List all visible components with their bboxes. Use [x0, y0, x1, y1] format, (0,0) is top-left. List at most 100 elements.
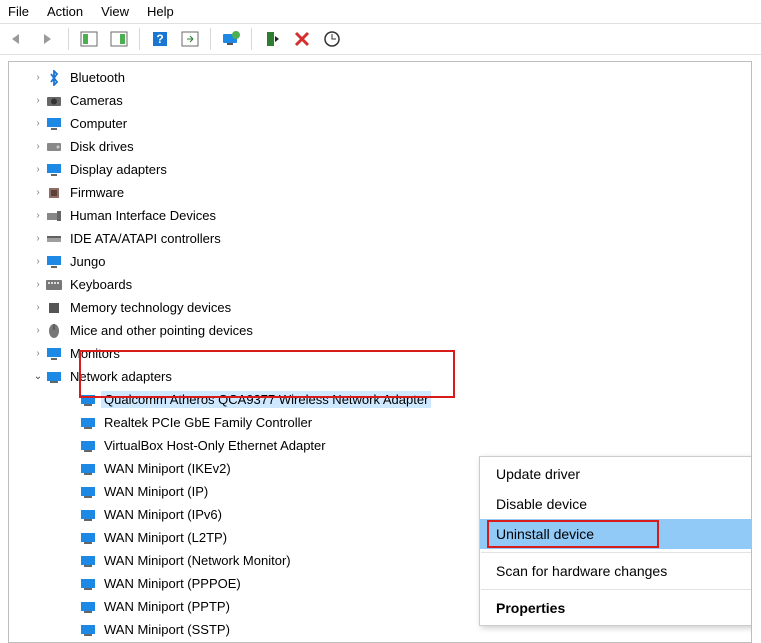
context-disable-device[interactable]: Disable device	[480, 489, 752, 519]
tree-label: Cameras	[67, 92, 126, 109]
uninstall-device-button[interactable]	[290, 28, 314, 50]
action-button[interactable]	[178, 28, 202, 50]
properties-button[interactable]	[107, 28, 131, 50]
tree-label: WAN Miniport (IPv6)	[101, 506, 225, 523]
tree-node-keyboards[interactable]: › Keyboards	[9, 273, 751, 296]
tree-label: Mice and other pointing devices	[67, 322, 256, 339]
context-menu: Update driver Disable device Uninstall d…	[479, 456, 752, 626]
tree-label: Keyboards	[67, 276, 135, 293]
collapse-icon[interactable]: ⌄	[31, 371, 45, 382]
device-tree[interactable]: › Bluetooth › Cameras › Computer › Disk …	[8, 61, 752, 643]
expand-icon[interactable]: ›	[31, 325, 45, 336]
expand-icon[interactable]: ›	[31, 233, 45, 244]
tree-label: Memory technology devices	[67, 299, 234, 316]
tree-node-hid[interactable]: › Human Interface Devices	[9, 204, 751, 227]
tree-label: WAN Miniport (IP)	[101, 483, 211, 500]
network-adapter-icon	[79, 484, 97, 500]
display-icon	[45, 162, 63, 178]
enable-device-button[interactable]	[260, 28, 284, 50]
expand-icon[interactable]: ›	[31, 72, 45, 83]
network-adapter-icon	[79, 530, 97, 546]
firmware-icon	[45, 185, 63, 201]
context-properties[interactable]: Properties	[480, 593, 752, 623]
tree-label: Qualcomm Atheros QCA9377 Wireless Networ…	[101, 391, 431, 408]
expand-icon[interactable]: ›	[31, 256, 45, 267]
menu-bar: File Action View Help	[0, 0, 761, 24]
tree-node-realtek[interactable]: Realtek PCIe GbE Family Controller	[9, 411, 751, 434]
toolbar-separator	[210, 28, 211, 50]
toolbar: ?	[0, 24, 761, 55]
expand-icon[interactable]: ›	[31, 348, 45, 359]
expand-icon[interactable]: ›	[31, 95, 45, 106]
back-button[interactable]	[6, 28, 30, 50]
network-adapter-icon	[79, 415, 97, 431]
expand-icon[interactable]: ›	[31, 164, 45, 175]
update-driver-button[interactable]	[219, 28, 243, 50]
menu-help[interactable]: Help	[147, 4, 174, 19]
computer-icon	[45, 116, 63, 132]
tree-node-qualcomm-atheros[interactable]: Qualcomm Atheros QCA9377 Wireless Networ…	[9, 388, 751, 411]
jungo-icon	[45, 254, 63, 270]
tree-label: Human Interface Devices	[67, 207, 219, 224]
toolbar-separator	[139, 28, 140, 50]
tree-node-jungo[interactable]: › Jungo	[9, 250, 751, 273]
help-button[interactable]: ?	[148, 28, 172, 50]
tree-label: Display adapters	[67, 161, 170, 178]
menu-action[interactable]: Action	[47, 4, 83, 19]
tree-label: Firmware	[67, 184, 127, 201]
network-adapter-icon	[79, 438, 97, 454]
expand-icon[interactable]: ›	[31, 118, 45, 129]
tree-node-memory-tech[interactable]: › Memory technology devices	[9, 296, 751, 319]
toolbar-separator	[251, 28, 252, 50]
show-hide-tree-button[interactable]	[77, 28, 101, 50]
expand-icon[interactable]: ›	[31, 210, 45, 221]
tree-label: WAN Miniport (L2TP)	[101, 529, 230, 546]
network-adapter-icon	[79, 553, 97, 569]
mouse-icon	[45, 323, 63, 339]
camera-icon	[45, 93, 63, 109]
tree-node-bluetooth[interactable]: › Bluetooth	[9, 66, 751, 89]
tree-node-network-adapters[interactable]: ⌄ Network adapters	[9, 365, 751, 388]
forward-button[interactable]	[36, 28, 60, 50]
context-scan-hardware[interactable]: Scan for hardware changes	[480, 556, 752, 586]
tree-node-monitors[interactable]: › Monitors	[9, 342, 751, 365]
hid-icon	[45, 208, 63, 224]
tree-node-ide[interactable]: › IDE ATA/ATAPI controllers	[9, 227, 751, 250]
monitor-icon	[45, 346, 63, 362]
tree-node-firmware[interactable]: › Firmware	[9, 181, 751, 204]
tree-label: Network adapters	[67, 368, 175, 385]
memory-icon	[45, 300, 63, 316]
network-adapter-icon	[79, 392, 97, 408]
bluetooth-icon	[45, 70, 63, 86]
expand-icon[interactable]: ›	[31, 141, 45, 152]
tree-label: Disk drives	[67, 138, 137, 155]
tree-node-mice[interactable]: › Mice and other pointing devices	[9, 319, 751, 342]
tree-label: WAN Miniport (Network Monitor)	[101, 552, 294, 569]
toolbar-separator	[68, 28, 69, 50]
context-update-driver[interactable]: Update driver	[480, 459, 752, 489]
network-adapter-icon	[79, 461, 97, 477]
tree-label: Realtek PCIe GbE Family Controller	[101, 414, 315, 431]
menu-file[interactable]: File	[8, 4, 29, 19]
tree-label: Monitors	[67, 345, 123, 362]
tree-node-virtualbox-adapter[interactable]: VirtualBox Host-Only Ethernet Adapter	[9, 434, 751, 457]
svg-text:?: ?	[156, 32, 163, 46]
expand-icon[interactable]: ›	[31, 187, 45, 198]
expand-icon[interactable]: ›	[31, 302, 45, 313]
context-separator	[481, 589, 752, 590]
tree-node-disk-drives[interactable]: › Disk drives	[9, 135, 751, 158]
expand-icon[interactable]: ›	[31, 279, 45, 290]
tree-label: WAN Miniport (SSTP)	[101, 621, 233, 638]
network-adapter-icon	[79, 622, 97, 638]
scan-hardware-button[interactable]	[320, 28, 344, 50]
tree-node-display-adapters[interactable]: › Display adapters	[9, 158, 751, 181]
tree-label: Computer	[67, 115, 130, 132]
tree-node-computer[interactable]: › Computer	[9, 112, 751, 135]
disk-icon	[45, 139, 63, 155]
network-adapter-icon	[79, 599, 97, 615]
tree-node-cameras[interactable]: › Cameras	[9, 89, 751, 112]
context-uninstall-device[interactable]: Uninstall device	[480, 519, 752, 549]
network-adapter-icon	[79, 576, 97, 592]
tree-label: VirtualBox Host-Only Ethernet Adapter	[101, 437, 329, 454]
menu-view[interactable]: View	[101, 4, 129, 19]
